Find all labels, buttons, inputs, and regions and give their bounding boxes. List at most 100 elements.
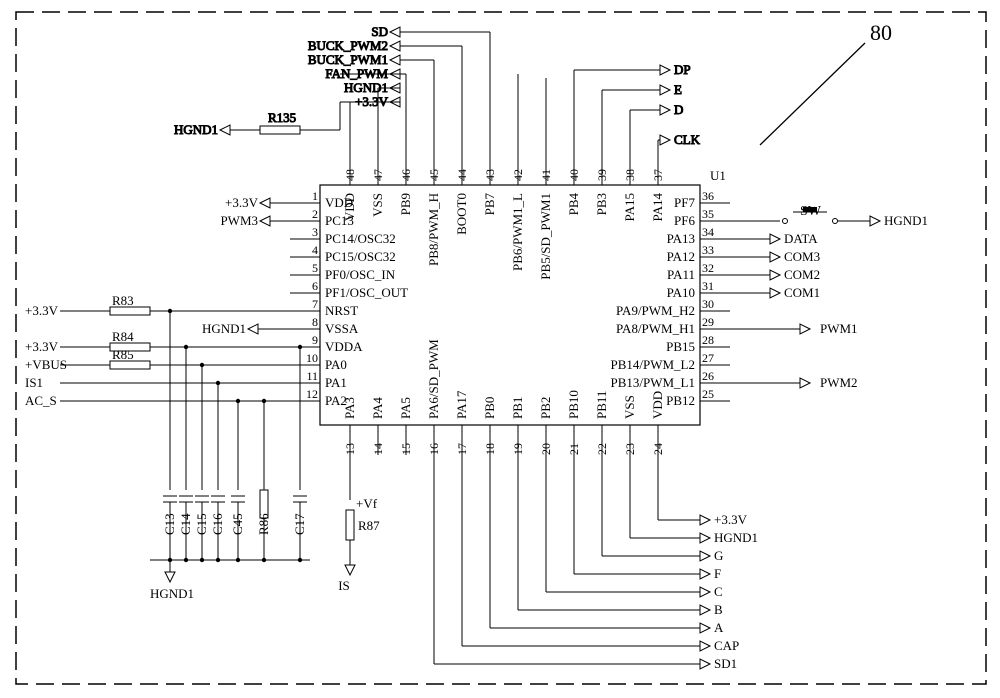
svg-text:PB0: PB0: [482, 397, 497, 419]
left-nets: +3.3VPWM3HGND1R83+3.3VR84+3.3VR85+VBUSIS…: [25, 195, 302, 408]
svg-text:+Vf: +Vf: [356, 496, 378, 511]
svg-text:CAP: CAP: [714, 638, 739, 653]
svg-text:PA3: PA3: [342, 397, 357, 419]
svg-text:27: 27: [702, 351, 714, 365]
svg-text:DP: DP: [674, 62, 691, 77]
svg-text:8: 8: [312, 315, 318, 329]
svg-text:C14: C14: [178, 513, 193, 535]
svg-text:48: 48: [343, 169, 357, 181]
svg-text:33: 33: [702, 243, 714, 257]
svg-text:VSS: VSS: [370, 193, 385, 217]
svg-text:41: 41: [539, 169, 553, 181]
svg-text:PB2: PB2: [538, 397, 553, 419]
svg-text:PA12: PA12: [667, 249, 695, 264]
svg-text:PA5: PA5: [398, 397, 413, 419]
svg-text:VSS: VSS: [622, 395, 637, 419]
svg-text:SD: SD: [371, 24, 388, 39]
svg-text:D: D: [674, 102, 683, 117]
svg-text:+3.3V: +3.3V: [355, 94, 389, 109]
svg-text:HGND1: HGND1: [344, 80, 388, 95]
svg-text:VDD: VDD: [650, 391, 665, 419]
svg-text:HGND1: HGND1: [202, 321, 246, 336]
svg-text:PC14/OSC32: PC14/OSC32: [325, 231, 396, 246]
svg-text:PB13/PWM_L1: PB13/PWM_L1: [610, 375, 695, 390]
svg-text:45: 45: [427, 169, 441, 181]
svg-text:5: 5: [312, 261, 318, 275]
svg-text:PB5/SD_PWM1: PB5/SD_PWM1: [538, 193, 553, 280]
svg-text:PA11: PA11: [667, 267, 695, 282]
svg-text:PB10: PB10: [566, 390, 581, 419]
svg-text:PF0/OSC_IN: PF0/OSC_IN: [325, 267, 396, 282]
svg-text:R85: R85: [112, 347, 134, 362]
svg-text:IS1: IS1: [25, 375, 43, 390]
svg-text:PA14: PA14: [650, 193, 665, 222]
svg-text:COM1: COM1: [784, 285, 820, 300]
svg-text:E: E: [674, 82, 682, 97]
svg-text:R87: R87: [358, 518, 380, 533]
svg-text:35: 35: [702, 207, 714, 221]
svg-text:BOOT0: BOOT0: [454, 193, 469, 235]
svg-text:VDD: VDD: [342, 193, 357, 221]
svg-text:IS: IS: [338, 578, 350, 593]
block-ref-leader: [760, 43, 865, 145]
svg-text:PA9/PWM_H2: PA9/PWM_H2: [616, 303, 695, 318]
svg-text:PA10: PA10: [667, 285, 695, 300]
svg-text:12: 12: [306, 387, 318, 401]
svg-text:3: 3: [312, 225, 318, 239]
svg-text:PB11: PB11: [594, 391, 609, 419]
svg-text:PC15/OSC32: PC15/OSC32: [325, 249, 396, 264]
top-nets: SDBUCK_PWM2BUCK_PWM1FAN_PWMHGND1+3.3VHGN…: [174, 24, 701, 167]
svg-text:43: 43: [483, 169, 497, 181]
svg-text:PB1: PB1: [510, 397, 525, 419]
svg-text:HGND1: HGND1: [174, 122, 218, 137]
svg-text:PB8/PWM_H: PB8/PWM_H: [426, 193, 441, 266]
svg-text:VDDA: VDDA: [325, 339, 363, 354]
svg-text:HGND1: HGND1: [714, 530, 758, 545]
svg-text:31: 31: [702, 279, 714, 293]
svg-text:39: 39: [595, 169, 609, 181]
svg-text:34: 34: [702, 225, 714, 239]
svg-text:PB7: PB7: [482, 193, 497, 216]
svg-text:10: 10: [306, 351, 318, 365]
svg-text:HGND1: HGND1: [884, 213, 928, 228]
svg-text:PWM1: PWM1: [820, 321, 858, 336]
svg-text:44: 44: [455, 169, 469, 181]
svg-text:40: 40: [567, 169, 581, 181]
svg-text:C13: C13: [162, 513, 177, 535]
svg-text:PB9: PB9: [398, 193, 413, 215]
svg-text:DATA: DATA: [784, 231, 818, 246]
svg-text:+VBUS: +VBUS: [25, 357, 67, 372]
bottom-nets: +3.3VHGND1GFCBACAPSD1+VfR87IS: [338, 443, 758, 671]
svg-text:A: A: [714, 620, 724, 635]
svg-text:PA17: PA17: [454, 390, 469, 419]
block-ref: 80: [870, 20, 892, 45]
svg-text:1: 1: [312, 189, 318, 203]
svg-text:+3.3V: +3.3V: [714, 512, 748, 527]
chip-ref: U1: [710, 168, 726, 183]
svg-text:BUCK_PWM1: BUCK_PWM1: [308, 52, 388, 67]
svg-text:C: C: [714, 584, 723, 599]
svg-text:+3.3V: +3.3V: [25, 339, 59, 354]
svg-text:28: 28: [702, 333, 714, 347]
svg-text:PA15: PA15: [622, 193, 637, 221]
svg-text:R86: R86: [256, 513, 271, 535]
svg-text:+3.3V: +3.3V: [25, 303, 59, 318]
svg-text:PB6/PWM1_L: PB6/PWM1_L: [510, 193, 525, 271]
svg-text:C15: C15: [194, 513, 209, 535]
svg-text:29: 29: [702, 315, 714, 329]
svg-text:C16: C16: [210, 513, 225, 535]
svg-text:G: G: [714, 548, 723, 563]
svg-text:PB12: PB12: [666, 393, 695, 408]
outer-border: [16, 12, 986, 684]
svg-text:COM2: COM2: [784, 267, 820, 282]
svg-text:PF6: PF6: [674, 213, 695, 228]
svg-text:46: 46: [399, 169, 413, 181]
svg-text:PWM2: PWM2: [820, 375, 858, 390]
svg-text:9: 9: [312, 333, 318, 347]
svg-text:COM3: COM3: [784, 249, 820, 264]
svg-text:PA13: PA13: [667, 231, 695, 246]
svg-text:2: 2: [312, 207, 318, 221]
svg-text:PB4: PB4: [566, 193, 581, 216]
svg-text:PB15: PB15: [666, 339, 695, 354]
svg-text:C17: C17: [292, 513, 307, 535]
